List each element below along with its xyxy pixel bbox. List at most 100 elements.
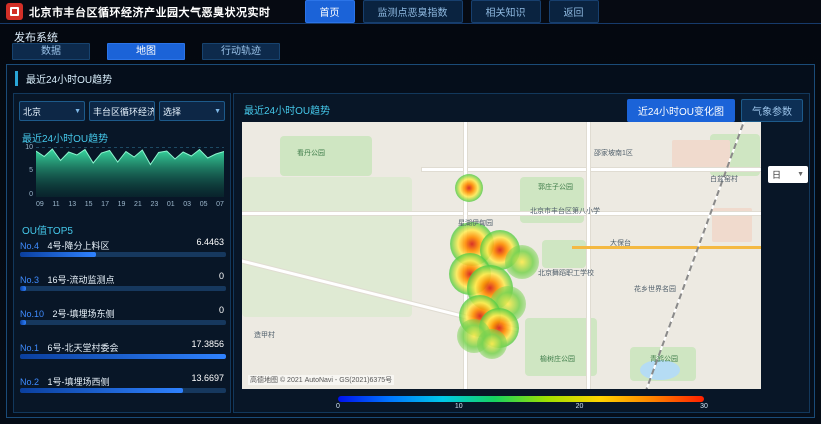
x-axis-tick: 13 <box>68 201 76 208</box>
map-road <box>242 212 761 215</box>
progress-track <box>20 388 226 393</box>
left-panel: 北京 ▼ 丰台区循环经济产 ▼ 选择 ▼ 最近24小时OU趋势 10 5 0 0… <box>13 93 231 413</box>
view-tabs: 数据 地图 行动轨迹 <box>12 43 280 60</box>
map-park <box>280 136 372 176</box>
period-select[interactable]: 日 ▼ <box>768 166 808 183</box>
x-axis-tick: 07 <box>216 201 224 208</box>
map-place-label: 星湖伊甸园 <box>458 218 493 228</box>
ou-change-map-button[interactable]: 近24小时OU变化图 <box>627 99 735 122</box>
x-axis-tick: 11 <box>52 201 59 208</box>
y-axis-tick: 5 <box>20 167 33 174</box>
map-canvas[interactable]: 看丹公园 郭庄子公园 北京市丰台区第八小学 星湖伊甸园 大保台 北京舞蹈职工学校… <box>242 122 761 389</box>
site-name: 16号-流动监测点 <box>47 275 114 285</box>
city-select-value: 北京 <box>23 105 41 118</box>
tab-track[interactable]: 行动轨迹 <box>202 43 280 60</box>
list-item[interactable]: No.2 1号-填埋场西侧 13.6697 <box>20 372 226 406</box>
x-axis-tick: 17 <box>101 201 109 208</box>
x-axis-tick: 19 <box>118 201 126 208</box>
site-name: 1号-填埋场西侧 <box>47 377 109 387</box>
y-axis-tick: 10 <box>20 144 33 151</box>
map-place-label: 大保台 <box>610 238 631 248</box>
site-select-value: 选择 <box>163 105 181 118</box>
x-axis-tick: 15 <box>85 201 93 208</box>
district-select[interactable]: 丰台区循环经济产 ▼ <box>89 101 155 121</box>
map-highway <box>572 246 761 249</box>
tab-data[interactable]: 数据 <box>12 43 90 60</box>
ou-value: 17.3856 <box>191 339 224 349</box>
chevron-down-icon: ▼ <box>74 108 81 115</box>
list-item[interactable]: No.10 2号-填埋场东侧 0 <box>20 304 226 338</box>
rank-label: No.10 <box>20 309 44 319</box>
ou-value: 0 <box>219 305 224 315</box>
map-road <box>587 122 590 389</box>
top-header: 北京市丰台区循环经济产业园大气恶臭状况实时 首页 监测点恶臭指数 相关知识 返回 <box>0 0 821 24</box>
top5-title: OU值TOP5 <box>22 222 73 237</box>
x-axis-tick: 21 <box>134 201 142 208</box>
ou-value: 0 <box>219 271 224 281</box>
x-axis-tick: 01 <box>167 201 175 208</box>
nav-item-knowledge[interactable]: 相关知识 <box>471 0 541 23</box>
chevron-down-icon: ▼ <box>797 171 804 178</box>
map-panel: 最近24小时OU趋势 近24小时OU变化图 气象参数 <box>233 93 810 413</box>
map-place-label: 看丹公园 <box>297 148 325 158</box>
progress-fill <box>20 286 26 291</box>
main-panel: 最近24小时OU趋势 北京 ▼ 丰台区循环经济产 ▼ 选择 ▼ 最近24小时OU… <box>6 64 815 418</box>
ou-trend-chart-area: 10 5 0 091113151719212301030507 <box>20 144 226 216</box>
progress-track <box>20 354 226 359</box>
tab-map[interactable]: 地图 <box>107 43 185 60</box>
chart-title: 最近24小时OU趋势 <box>22 130 108 145</box>
top5-list: No.4 4号-降分上料区 6.4463 No.3 16号-流动监测点 0 No… <box>20 236 226 406</box>
site-name: 2号-填埋场东侧 <box>52 309 114 319</box>
map-place-label: 北京舞蹈职工学校 <box>538 268 594 278</box>
city-select[interactable]: 北京 ▼ <box>19 101 85 121</box>
site-select[interactable]: 选择 ▼ <box>159 101 225 121</box>
legend-tick: 30 <box>700 403 708 410</box>
map-urban-block <box>672 140 730 168</box>
legend-gradient-bar <box>338 396 704 402</box>
x-axis: 091113151719212301030507 <box>36 201 224 208</box>
weather-params-button[interactable]: 气象参数 <box>741 99 803 122</box>
ou-trend-chart <box>36 147 224 197</box>
heatmap-blob <box>455 174 483 202</box>
x-axis-tick: 09 <box>36 201 44 208</box>
app-logo <box>6 3 23 20</box>
nav-item-back[interactable]: 返回 <box>549 0 599 23</box>
ou-value: 13.6697 <box>191 373 224 383</box>
x-axis-tick: 05 <box>200 201 208 208</box>
nav-item-home[interactable]: 首页 <box>305 0 355 23</box>
main-nav: 首页 监测点恶臭指数 相关知识 返回 <box>305 0 599 23</box>
ou-color-legend: 0 10 20 30 <box>338 396 704 411</box>
district-select-value: 丰台区循环经济产 <box>93 105 155 118</box>
map-place-label: 造甲村 <box>254 330 275 340</box>
map-place-label: 白盆窑村 <box>710 174 738 184</box>
map-place-label: 邵家坡南1区 <box>594 148 633 158</box>
app-title: 北京市丰台区循环经济产业园大气恶臭状况实时 <box>29 4 271 20</box>
map-buttons: 近24小时OU变化图 气象参数 <box>627 99 803 122</box>
progress-fill <box>20 252 96 257</box>
site-name: 6号-北天堂村委会 <box>47 343 118 353</box>
list-item[interactable]: No.3 16号-流动监测点 0 <box>20 270 226 304</box>
nav-item-odor-index[interactable]: 监测点恶臭指数 <box>363 0 463 23</box>
list-item[interactable]: No.1 6号-北天堂村委会 17.3856 <box>20 338 226 372</box>
list-item[interactable]: No.4 4号-降分上料区 6.4463 <box>20 236 226 270</box>
rank-label: No.1 <box>20 343 39 353</box>
map-attribution: 高德地图 © 2021 AutoNavi - GS(2021)6375号 <box>248 375 394 385</box>
progress-track <box>20 286 226 291</box>
progress-track <box>20 252 226 257</box>
heatmap-blob <box>505 245 539 279</box>
progress-track <box>20 320 226 325</box>
legend-tick: 10 <box>455 403 463 410</box>
map-park <box>542 240 586 268</box>
map-road <box>422 168 761 171</box>
panel-title: 最近24小时OU趋势 <box>15 71 112 86</box>
rank-label: No.2 <box>20 377 39 387</box>
rank-label: No.4 <box>20 241 39 251</box>
map-place-label: 郭庄子公园 <box>538 182 573 192</box>
period-select-value: 日 <box>772 168 781 181</box>
x-axis-tick: 03 <box>183 201 191 208</box>
legend-tick: 20 <box>576 403 584 410</box>
map-section-title: 最近24小时OU趋势 <box>244 102 330 117</box>
map-place-label: 青鹤公园 <box>650 354 678 364</box>
rank-label: No.3 <box>20 275 39 285</box>
progress-fill <box>20 320 26 325</box>
